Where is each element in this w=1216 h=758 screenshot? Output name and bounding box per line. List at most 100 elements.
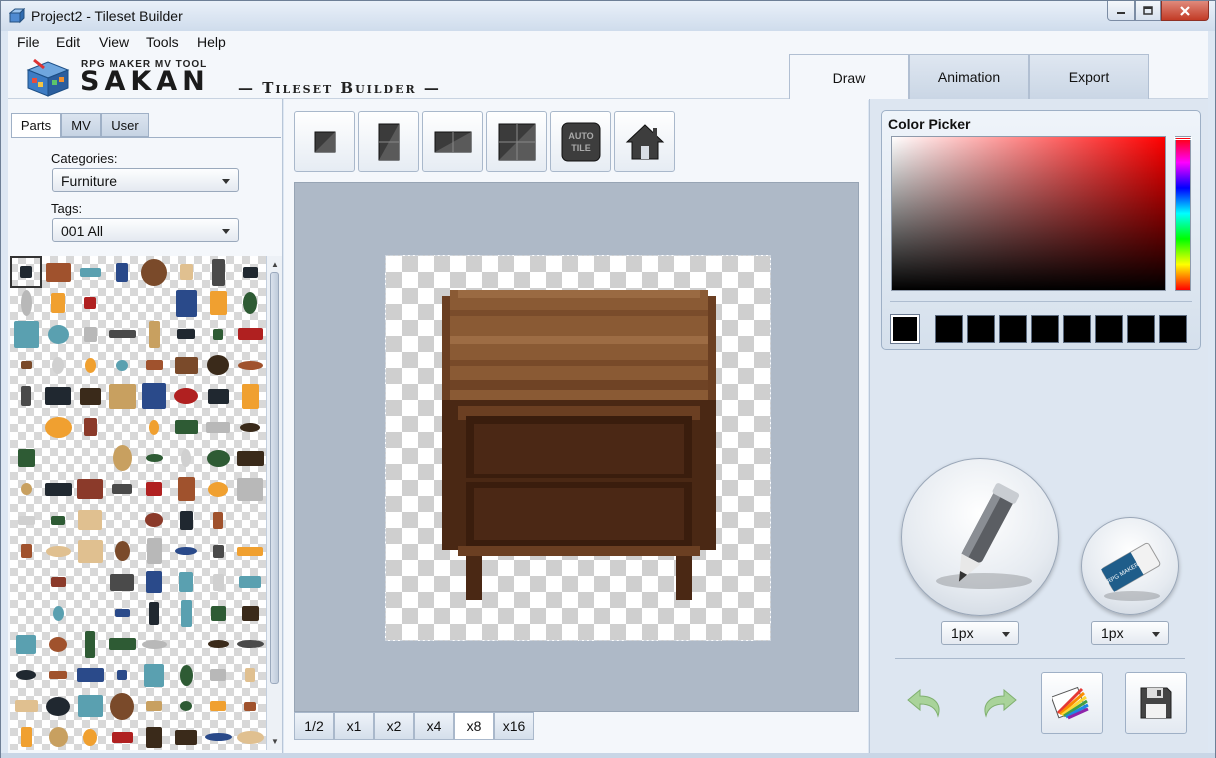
part-thumbnail[interactable] — [12, 506, 40, 534]
parts-scrollbar[interactable]: ▲ ▼ — [266, 256, 282, 750]
part-thumbnail[interactable] — [44, 568, 72, 596]
part-thumbnail[interactable] — [12, 444, 40, 472]
part-thumbnail[interactable] — [172, 475, 200, 503]
palette-swatch[interactable] — [1031, 315, 1059, 343]
part-thumbnail[interactable] — [204, 661, 232, 689]
part-thumbnail[interactable] — [140, 692, 168, 720]
vertical-tile-button[interactable] — [358, 111, 419, 172]
part-thumbnail[interactable] — [108, 723, 136, 750]
zoom-x2-button[interactable]: x2 — [374, 712, 414, 740]
part-thumbnail[interactable] — [12, 692, 40, 720]
part-thumbnail[interactable] — [44, 351, 72, 379]
zoom-x8-button[interactable]: x8 — [454, 712, 494, 740]
part-thumbnail[interactable] — [172, 289, 200, 317]
part-thumbnail[interactable] — [44, 599, 72, 627]
undo-button[interactable] — [895, 672, 957, 734]
menu-help[interactable]: Help — [197, 34, 226, 50]
part-thumbnail[interactable] — [140, 351, 168, 379]
subtab-user[interactable]: User — [101, 113, 149, 137]
part-thumbnail[interactable] — [108, 661, 136, 689]
part-thumbnail[interactable] — [140, 382, 168, 410]
part-thumbnail[interactable] — [12, 351, 40, 379]
eraser-size-select[interactable]: 1px — [1091, 621, 1169, 645]
saturation-value-field[interactable] — [891, 136, 1166, 291]
part-thumbnail[interactable] — [172, 351, 200, 379]
part-thumbnail[interactable] — [204, 320, 232, 348]
part-thumbnail[interactable] — [108, 382, 136, 410]
part-thumbnail[interactable] — [236, 537, 264, 565]
redo-button[interactable] — [967, 672, 1029, 734]
minimize-button[interactable] — [1107, 1, 1135, 21]
part-thumbnail[interactable] — [76, 661, 104, 689]
four-tile-button[interactable] — [486, 111, 547, 172]
part-thumbnail[interactable] — [140, 599, 168, 627]
hue-slider[interactable] — [1174, 136, 1192, 291]
palette-swatch[interactable] — [967, 315, 995, 343]
palette-swatch[interactable] — [1095, 315, 1123, 343]
menu-view[interactable]: View — [99, 34, 129, 50]
part-thumbnail[interactable] — [172, 382, 200, 410]
part-thumbnail[interactable] — [108, 258, 136, 286]
part-thumbnail[interactable] — [236, 444, 264, 472]
part-thumbnail[interactable] — [140, 444, 168, 472]
part-thumbnail[interactable] — [108, 630, 136, 658]
palette-swatch[interactable] — [1063, 315, 1091, 343]
part-thumbnail[interactable] — [76, 630, 104, 658]
subtab-mv[interactable]: MV — [61, 113, 101, 137]
palette-button[interactable] — [1041, 672, 1103, 734]
zoom-x16-button[interactable]: x16 — [494, 712, 534, 740]
part-thumbnail[interactable] — [172, 413, 200, 441]
part-thumbnail[interactable] — [204, 537, 232, 565]
zoom-half-button[interactable]: 1/2 — [294, 712, 334, 740]
part-thumbnail[interactable] — [236, 568, 264, 596]
part-thumbnail[interactable] — [108, 692, 136, 720]
part-thumbnail[interactable] — [76, 692, 104, 720]
part-thumbnail[interactable] — [204, 723, 232, 750]
part-thumbnail[interactable] — [44, 382, 72, 410]
part-thumbnail[interactable] — [10, 256, 42, 288]
pencil-tool-button[interactable] — [901, 458, 1059, 616]
part-thumbnail[interactable] — [140, 568, 168, 596]
save-button[interactable] — [1125, 672, 1187, 734]
tab-draw[interactable]: Draw — [789, 54, 909, 100]
part-thumbnail[interactable] — [204, 444, 232, 472]
house-button[interactable] — [614, 111, 675, 172]
part-thumbnail[interactable] — [76, 320, 104, 348]
part-thumbnail[interactable] — [236, 382, 264, 410]
part-thumbnail[interactable] — [44, 506, 72, 534]
part-thumbnail[interactable] — [76, 475, 104, 503]
part-thumbnail[interactable] — [108, 537, 136, 565]
palette-swatch[interactable] — [935, 315, 963, 343]
part-thumbnail[interactable] — [140, 258, 168, 286]
part-thumbnail[interactable] — [236, 351, 264, 379]
part-thumbnail[interactable] — [108, 599, 136, 627]
menu-edit[interactable]: Edit — [56, 34, 80, 50]
part-thumbnail[interactable] — [12, 289, 40, 317]
menu-tools[interactable]: Tools — [146, 34, 179, 50]
pencil-size-select[interactable]: 1px — [941, 621, 1019, 645]
part-thumbnail[interactable] — [12, 630, 40, 658]
part-thumbnail[interactable] — [76, 413, 104, 441]
part-thumbnail[interactable] — [236, 289, 264, 317]
palette-swatch[interactable] — [1159, 315, 1187, 343]
part-thumbnail[interactable] — [44, 630, 72, 658]
palette-swatch[interactable] — [1127, 315, 1155, 343]
part-thumbnail[interactable] — [172, 599, 200, 627]
single-tile-button[interactable] — [294, 111, 355, 172]
part-thumbnail[interactable] — [76, 537, 104, 565]
part-thumbnail[interactable] — [76, 289, 104, 317]
part-thumbnail[interactable] — [12, 723, 40, 750]
part-thumbnail[interactable] — [44, 413, 72, 441]
part-thumbnail[interactable] — [204, 475, 232, 503]
part-thumbnail[interactable] — [44, 692, 72, 720]
part-thumbnail[interactable] — [108, 475, 136, 503]
part-thumbnail[interactable] — [140, 661, 168, 689]
part-thumbnail[interactable] — [140, 320, 168, 348]
part-thumbnail[interactable] — [236, 630, 264, 658]
part-thumbnail[interactable] — [108, 444, 136, 472]
subtab-parts[interactable]: Parts — [11, 113, 61, 138]
part-thumbnail[interactable] — [76, 351, 104, 379]
scroll-down-icon[interactable]: ▼ — [268, 734, 282, 748]
part-thumbnail[interactable] — [236, 320, 264, 348]
part-thumbnail[interactable] — [172, 506, 200, 534]
